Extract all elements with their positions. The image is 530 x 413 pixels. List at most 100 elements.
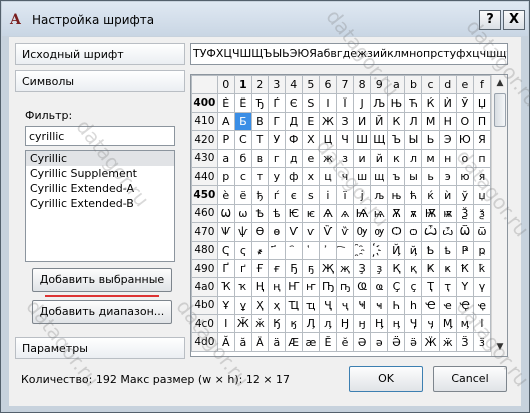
title-bar[interactable]: A Настройка шрифта ? X (2, 2, 528, 36)
vertical-scrollbar[interactable]: ▲ ▼ (491, 75, 507, 356)
char-cell[interactable]: Ѵ (284, 222, 303, 242)
char-cell[interactable]: ш (353, 166, 372, 187)
char-cell[interactable]: Ү (455, 277, 474, 297)
char-cell[interactable]: Ѯ (455, 203, 474, 224)
char-cell[interactable]: Ц (318, 130, 338, 150)
char-cell[interactable]: ҏ (472, 240, 492, 260)
char-cell[interactable]: Қ (387, 258, 406, 279)
char-cell[interactable]: Ӑ (216, 332, 235, 352)
char-cell[interactable]: ъ (387, 166, 406, 187)
char-cell[interactable]: Ҫ (387, 277, 406, 297)
char-cell[interactable]: Ҽ (421, 295, 440, 316)
char-cell[interactable]: ӎ (455, 314, 474, 334)
char-cell[interactable]: ч (336, 166, 355, 187)
char-cell[interactable]: к (387, 148, 406, 168)
char-cell[interactable]: Һ (387, 295, 406, 316)
char-cell[interactable]: Д (284, 111, 303, 132)
char-cell[interactable]: Ѫ (387, 203, 406, 224)
char-cell[interactable]: щ (370, 166, 389, 187)
char-cell[interactable]: ҈ (353, 240, 372, 260)
char-cell[interactable]: ҄ (284, 240, 303, 260)
char-cell[interactable]: ӊ (387, 314, 406, 334)
char-cell[interactable]: ӕ (301, 332, 320, 352)
char-cell[interactable]: Ӓ (250, 332, 269, 352)
char-cell[interactable]: И (353, 111, 372, 132)
char-cell[interactable]: Ӝ (421, 332, 440, 352)
char-cell[interactable]: Ҝ (421, 258, 440, 279)
char-cell[interactable]: ѻ (404, 222, 423, 242)
char-cell[interactable]: ң (267, 277, 286, 297)
char-cell[interactable]: Ъ (387, 130, 406, 150)
char-cell[interactable]: ѐ (216, 185, 235, 205)
char-cell[interactable]: ѡ (233, 203, 252, 224)
char-cell[interactable]: Ӈ (336, 314, 355, 334)
char-cell[interactable]: ђ (250, 185, 269, 205)
char-cell[interactable]: ї (336, 185, 355, 205)
char-cell[interactable]: Ӄ (267, 314, 286, 334)
char-cell[interactable]: а (216, 148, 235, 168)
char-cell[interactable]: Ѓ (267, 93, 286, 113)
char-cell[interactable]: Т (250, 130, 269, 150)
close-button[interactable]: X (503, 10, 525, 30)
char-cell[interactable]: я (472, 166, 492, 187)
char-cell[interactable]: ѩ (370, 203, 389, 224)
char-cell[interactable]: Ѧ (318, 203, 338, 224)
char-cell[interactable]: ӗ (336, 332, 355, 352)
char-cell[interactable]: Е (301, 111, 320, 132)
scroll-thumb[interactable] (494, 93, 506, 127)
char-cell[interactable]: Ѣ (250, 203, 269, 224)
char-cell[interactable]: ӄ (284, 314, 303, 334)
char-cell[interactable]: ҅ (301, 240, 320, 260)
char-cell[interactable]: һ (404, 295, 423, 316)
char-cell[interactable]: Ҭ (421, 277, 440, 297)
char-cell[interactable]: д (284, 148, 303, 168)
char-cell[interactable]: э (438, 166, 457, 187)
char-cell[interactable]: Ҏ (455, 240, 474, 260)
char-cell[interactable]: ӝ (438, 332, 457, 352)
char-cell[interactable]: є (284, 185, 303, 205)
char-cell[interactable]: ҂ (250, 240, 269, 260)
char-cell[interactable]: ґ (233, 258, 252, 279)
char-cell[interactable]: ф (284, 166, 303, 187)
char-cell[interactable]: С (233, 130, 252, 150)
char-cell[interactable]: ў (455, 185, 474, 205)
char-cell[interactable]: о (455, 148, 474, 168)
scroll-down-icon[interactable]: ▼ (492, 339, 507, 355)
char-cell[interactable]: Ш (353, 130, 372, 150)
char-cell[interactable]: Щ (370, 130, 389, 150)
tab-symbols[interactable]: Символы (15, 70, 185, 92)
char-cell[interactable]: П (472, 111, 492, 132)
char-cell[interactable]: Ӆ (301, 314, 320, 334)
char-cell[interactable]: К (387, 111, 406, 132)
cancel-button[interactable]: Cancel (433, 366, 507, 392)
char-cell[interactable]: ѓ (267, 185, 286, 205)
char-cell[interactable]: ы (404, 166, 423, 187)
char-cell[interactable]: Ӏ (216, 314, 235, 334)
char-cell[interactable]: Ӗ (318, 332, 338, 352)
ok-button[interactable]: OK (349, 366, 423, 392)
char-cell[interactable]: ҫ (404, 277, 423, 297)
char-cell[interactable]: М (421, 111, 440, 132)
char-cell[interactable]: Ќ (421, 93, 440, 113)
char-cell[interactable]: ҹ (370, 295, 389, 316)
char-cell[interactable]: ҥ (301, 277, 320, 297)
char-cell[interactable]: Ӎ (438, 314, 457, 334)
char-cell[interactable]: ҳ (267, 295, 286, 316)
char-cell[interactable]: џ (472, 185, 492, 205)
char-cell[interactable]: Ӛ (387, 332, 406, 352)
char-cell[interactable]: Ч (336, 130, 355, 150)
char-cell[interactable]: ѯ (472, 203, 492, 224)
char-cell[interactable]: Х (301, 130, 320, 150)
char-cell[interactable]: ү (472, 277, 492, 297)
char-cell[interactable]: ӏ (472, 314, 492, 334)
char-cell[interactable]: ӂ (250, 314, 269, 334)
char-cell[interactable]: Ҩ (353, 277, 372, 297)
char-cell[interactable]: ұ (233, 295, 252, 316)
char-cell[interactable]: Ғ (250, 258, 269, 279)
char-cell[interactable]: Ҙ (353, 258, 372, 279)
char-cell[interactable]: ё (233, 185, 252, 205)
char-cell[interactable]: з (336, 148, 355, 168)
char-cell[interactable]: Ӂ (233, 314, 252, 334)
char-cell[interactable]: Ҳ (250, 295, 269, 316)
scroll-up-icon[interactable]: ▲ (492, 75, 507, 91)
